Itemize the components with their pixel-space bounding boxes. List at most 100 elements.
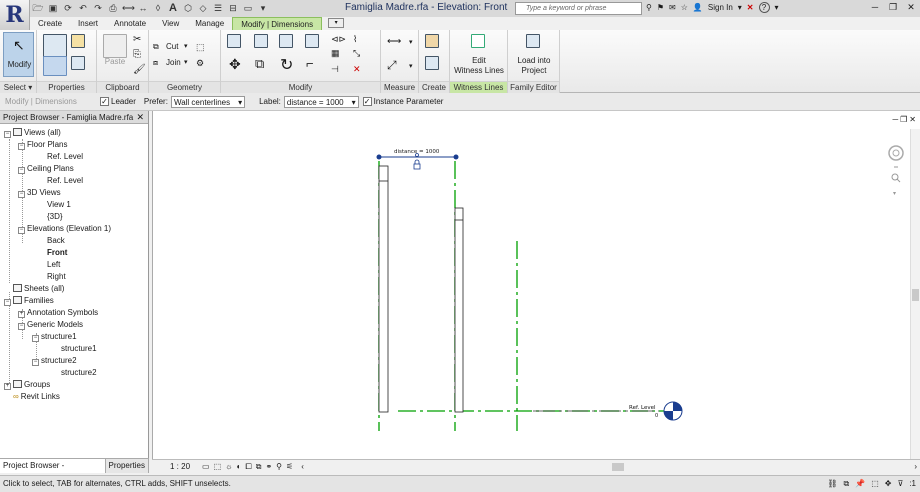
tree-item-view-1[interactable]: View 1 bbox=[47, 199, 71, 211]
scroll-right-icon[interactable]: › bbox=[914, 462, 917, 471]
sign-in-link[interactable]: Sign In bbox=[708, 3, 733, 12]
maximize-icon[interactable]: ❐ bbox=[884, 0, 902, 15]
edit-witness-label-1[interactable]: Edit bbox=[450, 56, 508, 66]
dimension-dropdown-icon[interactable]: ▾ bbox=[409, 62, 413, 70]
select-underlay-icon[interactable]: ⧉ bbox=[844, 476, 850, 492]
load-into-label-1[interactable]: Load into bbox=[508, 56, 560, 66]
sign-in-dropdown-icon[interactable]: ▾ bbox=[738, 3, 742, 12]
join-dropdown-icon[interactable]: ▾ bbox=[184, 58, 188, 66]
offset-icon[interactable] bbox=[254, 34, 268, 48]
close-hidden-icon[interactable]: ⊟ bbox=[227, 2, 239, 14]
tree-item-generic-models[interactable]: − Generic Models bbox=[18, 319, 83, 331]
favorites-icon[interactable]: ☆ bbox=[681, 3, 688, 12]
horizontal-scrollbar[interactable] bbox=[342, 463, 902, 471]
tree-item-structure1-type[interactable]: structure1 bbox=[61, 343, 97, 355]
vertical-scroll-thumb[interactable] bbox=[912, 289, 919, 301]
trim-icon[interactable]: ⊣ bbox=[331, 64, 339, 75]
scroll-left-icon[interactable]: ‹ bbox=[301, 462, 304, 471]
tree-item-families[interactable]: − Families bbox=[4, 295, 54, 307]
thin-lines-icon[interactable]: ☰ bbox=[212, 2, 224, 14]
vertical-scrollbar[interactable] bbox=[910, 129, 920, 465]
print-icon[interactable]: ⎙ bbox=[107, 2, 119, 14]
copy-modify-icon[interactable]: ⧉ bbox=[255, 56, 264, 72]
delete-icon[interactable]: ✕ bbox=[353, 64, 361, 75]
mirror-draw-icon[interactable] bbox=[305, 34, 319, 48]
minimize-icon[interactable]: ─ bbox=[866, 0, 884, 15]
filter-icon[interactable]: ⊽ bbox=[897, 476, 903, 492]
tree-item-structure1-family[interactable]: − structure1 bbox=[32, 331, 77, 343]
redo-icon[interactable]: ↷ bbox=[92, 2, 104, 14]
load-into-label-2[interactable]: Project bbox=[508, 66, 560, 76]
split-face-icon[interactable]: ⬚ bbox=[196, 42, 205, 53]
move-icon[interactable]: ✥ bbox=[229, 56, 241, 73]
horizontal-scroll-thumb[interactable] bbox=[612, 463, 624, 471]
select-pinned-icon[interactable]: 📌 bbox=[855, 476, 865, 492]
select-links-icon[interactable]: ⛓ bbox=[827, 476, 837, 492]
tree-item-annotation-symbols[interactable]: + Annotation Symbols bbox=[18, 307, 98, 319]
modify-button[interactable]: ↖ Modify bbox=[3, 32, 34, 77]
cope-icon[interactable]: ⧉ bbox=[153, 42, 159, 52]
tree-item-floor-plans[interactable]: − Floor Plans bbox=[18, 139, 67, 151]
type-properties-icon[interactable] bbox=[71, 34, 85, 48]
create-similar-icon[interactable] bbox=[425, 56, 439, 70]
paste-icon[interactable] bbox=[103, 34, 127, 58]
move-small-icon[interactable]: ⊲⊳ bbox=[331, 34, 346, 45]
text-icon[interactable]: A bbox=[167, 2, 179, 14]
view-close-icon[interactable]: ✕ bbox=[909, 115, 916, 124]
ribbon-minimize-button[interactable]: ▾ bbox=[328, 18, 345, 28]
align-icon[interactable] bbox=[227, 34, 241, 48]
tree-item-right[interactable]: Right bbox=[47, 271, 66, 283]
edit-witness-lines-icon[interactable] bbox=[471, 34, 485, 48]
tab-project-browser[interactable]: Project Browser - Famiglia... bbox=[0, 459, 106, 484]
leader-checkbox[interactable]: ✓ bbox=[100, 97, 109, 106]
split-icon[interactable]: ⌇ bbox=[353, 34, 357, 45]
search-input[interactable]: Type a keyword or phrase bbox=[515, 2, 642, 15]
mirror-axis-icon[interactable] bbox=[279, 34, 293, 48]
paint-icon[interactable]: ⚙ bbox=[196, 58, 204, 69]
constraints-icon[interactable]: ⚟ bbox=[286, 462, 293, 471]
crop-view-icon[interactable]: ⧠ bbox=[245, 462, 251, 472]
help-button[interactable]: ? bbox=[758, 2, 770, 13]
match-type-icon[interactable]: 🖌 bbox=[133, 64, 146, 75]
load-into-project-icon[interactable] bbox=[526, 34, 540, 48]
tree-item-3d[interactable]: {3D} bbox=[47, 211, 63, 223]
visual-style-icon[interactable]: ⬚ bbox=[214, 462, 222, 471]
customize-qat-icon[interactable]: ▾ bbox=[257, 2, 269, 14]
tab-properties[interactable]: Properties bbox=[106, 459, 149, 473]
tree-item-views-all[interactable]: − Views (all) bbox=[4, 127, 61, 139]
scale-icon[interactable]: ⤡ bbox=[353, 48, 360, 59]
rotate-icon[interactable]: ↻ bbox=[280, 55, 293, 75]
shadows-icon[interactable]: ◐ bbox=[236, 462, 241, 471]
tree-item-left[interactable]: Left bbox=[47, 259, 60, 271]
join-icon[interactable]: ⧈ bbox=[153, 58, 158, 68]
tree-item-floor-ref-level[interactable]: Ref. Level bbox=[47, 151, 83, 163]
join-geometry-label[interactable]: Join bbox=[166, 58, 181, 67]
tree-item-3d-views[interactable]: −3D Views bbox=[18, 187, 61, 199]
aligned-dimension-icon[interactable]: ⤢ bbox=[387, 58, 397, 73]
create-group-icon[interactable] bbox=[425, 34, 439, 48]
tree-item-elevations[interactable]: − Elevations (Elevation 1) bbox=[18, 223, 111, 235]
sun-path-icon[interactable]: ☼ bbox=[225, 462, 232, 471]
tab-create[interactable]: Create bbox=[30, 17, 70, 30]
tab-view[interactable]: View bbox=[154, 17, 187, 30]
trim-extend-icon[interactable]: ⌐ bbox=[306, 56, 314, 71]
family-types-icon[interactable] bbox=[43, 56, 67, 76]
dimension-icon[interactable]: ↔ bbox=[137, 2, 149, 14]
tree-item-structure2-type[interactable]: structure2 bbox=[61, 367, 97, 379]
select-by-face-icon[interactable]: ⬚ bbox=[871, 476, 879, 492]
3d-view-icon[interactable]: ⬡ bbox=[182, 2, 194, 14]
tree-item-structure2-family[interactable]: − structure2 bbox=[32, 355, 77, 367]
filter-count[interactable]: :1 bbox=[909, 476, 916, 492]
sync-icon[interactable]: ⟳ bbox=[62, 2, 74, 14]
measure-icon[interactable]: ⟷ bbox=[122, 2, 135, 14]
tab-manage[interactable]: Manage bbox=[187, 17, 232, 30]
user-icon[interactable]: 👤 bbox=[693, 3, 703, 12]
switch-windows-icon[interactable]: ▭ bbox=[242, 2, 254, 14]
tree-item-ceiling-plans[interactable]: − Ceiling Plans bbox=[18, 163, 74, 175]
tab-annotate[interactable]: Annotate bbox=[106, 17, 154, 30]
close-icon[interactable]: ✕ bbox=[902, 0, 920, 15]
save-icon[interactable]: ▣ bbox=[47, 2, 59, 14]
drawing-area[interactable]: ─ ❐ ✕ ▾ distance = 1000 Ref. Level 0 bbox=[152, 111, 920, 473]
instance-parameter-checkbox[interactable]: ✓ bbox=[362, 97, 372, 106]
tab-modify-dimensions[interactable]: Modify | Dimensions bbox=[232, 17, 323, 30]
